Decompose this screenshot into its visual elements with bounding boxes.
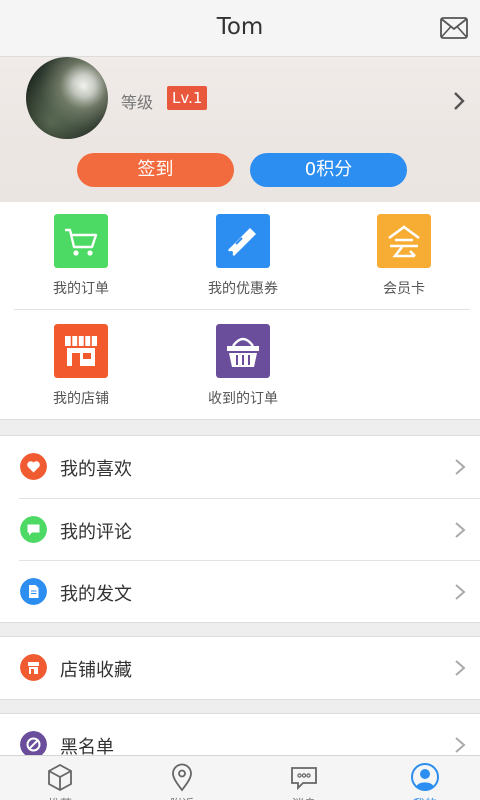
grid-item-label: 我的订单 xyxy=(53,281,109,297)
member-card-icon xyxy=(377,214,431,268)
level-badge: Lv.1 xyxy=(167,86,208,110)
list-item-posts[interactable]: 我的发文 xyxy=(19,560,480,622)
chevron-right-icon xyxy=(455,522,466,538)
message-icon[interactable] xyxy=(289,762,319,792)
chevron-right-icon[interactable] xyxy=(452,91,466,111)
list-group-favorites: 店铺收藏 xyxy=(0,636,480,700)
cart-icon xyxy=(54,214,108,268)
store-icon xyxy=(54,324,108,378)
mail-icon[interactable] xyxy=(440,17,468,39)
store-favorite-icon xyxy=(20,654,47,681)
ticket-icon xyxy=(216,214,270,268)
list-item-likes[interactable]: 我的喜欢 xyxy=(0,436,480,498)
avatar[interactable] xyxy=(26,57,108,139)
signin-button[interactable]: 签到 xyxy=(77,153,234,187)
list-item-label: 店铺收藏 xyxy=(60,660,132,681)
level-label: 等级 xyxy=(121,93,154,112)
nav-label-me[interactable]: 我的 xyxy=(385,795,465,800)
list-item-label: 我的评论 xyxy=(60,522,132,543)
list-item-label: 我的喜欢 xyxy=(60,459,132,480)
list-item-store-favorites[interactable]: 店铺收藏 xyxy=(0,637,480,699)
page-title: Tom xyxy=(216,14,264,40)
grid-item-coupons[interactable]: 我的优惠券 xyxy=(173,202,313,302)
blacklist-icon xyxy=(20,731,47,758)
grid-item-my-store[interactable]: 我的店铺 xyxy=(11,312,151,412)
basket-icon xyxy=(216,324,270,378)
grid-item-label: 收到的订单 xyxy=(208,391,278,407)
grid-item-label: 会员卡 xyxy=(383,281,425,297)
chevron-right-icon xyxy=(455,660,466,676)
chevron-right-icon xyxy=(455,459,466,475)
grid-item-received-orders[interactable]: 收到的订单 xyxy=(173,312,313,412)
nav-label-recommend[interactable]: 推荐 xyxy=(20,795,100,800)
nav-label-nearby[interactable]: 附近 xyxy=(142,795,222,800)
grid-item-member-card[interactable]: 会员卡 xyxy=(334,202,474,302)
list-item-label: 我的发文 xyxy=(60,584,132,605)
chevron-right-icon xyxy=(455,737,466,753)
profile-icon[interactable] xyxy=(410,762,440,792)
location-icon[interactable] xyxy=(167,762,197,792)
function-grid: 我的订单 我的优惠券 会员卡 我的店铺 收到的订单 xyxy=(0,202,480,420)
grid-item-label: 我的店铺 xyxy=(53,391,109,407)
list-group-activity: 我的喜欢 我的评论 我的发文 xyxy=(0,435,480,623)
bottom-navigation: 推荐 附近 消息 我的 xyxy=(0,755,480,800)
top-bar: Tom xyxy=(0,0,480,57)
grid-item-label: 我的优惠券 xyxy=(208,281,278,297)
grid-divider xyxy=(14,309,470,310)
list-item-comments[interactable]: 我的评论 xyxy=(19,498,480,560)
document-icon xyxy=(20,578,47,605)
nav-label-messages[interactable]: 消息 xyxy=(264,795,344,800)
heart-icon xyxy=(20,453,47,480)
points-button[interactable]: 0积分 xyxy=(250,153,407,187)
grid-item-orders[interactable]: 我的订单 xyxy=(11,202,151,302)
cube-icon[interactable] xyxy=(45,762,75,792)
comment-icon xyxy=(20,516,47,543)
chevron-right-icon xyxy=(455,584,466,600)
profile-header[interactable]: 等级 Lv.1 签到 0积分 xyxy=(0,57,480,202)
